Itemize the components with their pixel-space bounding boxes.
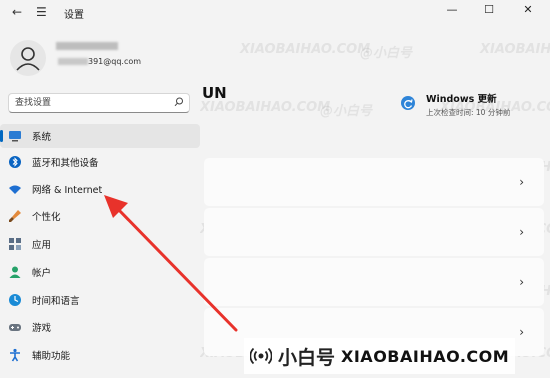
menu-icon[interactable]: ☰	[36, 4, 47, 20]
window-title: 设置	[64, 10, 84, 21]
account-name-redacted	[56, 42, 118, 50]
logo-en: XIAOBAIHAO.COM	[341, 346, 510, 366]
globe-clock-icon	[9, 294, 21, 306]
sidebar: 391@qq.com 系统 蓝牙和其他设备 网络 & Internet	[0, 26, 200, 378]
sidebar-item-time-language[interactable]: 时间和语言	[0, 288, 200, 312]
close-button[interactable]: ✕	[518, 3, 538, 16]
sidebar-item-network[interactable]: 网络 & Internet	[0, 177, 200, 201]
wifi-icon	[9, 185, 21, 194]
sidebar-item-apps[interactable]: 应用	[0, 232, 200, 256]
sidebar-item-system[interactable]: 系统	[0, 124, 200, 148]
sidebar-item-label: 帐户	[32, 268, 52, 279]
sidebar-item-label: 网络 & Internet	[32, 185, 103, 196]
windows-update-icon[interactable]	[401, 96, 415, 110]
maximize-button[interactable]: ☐	[479, 3, 499, 16]
email-redacted	[58, 58, 88, 65]
settings-card[interactable]: ›	[204, 208, 544, 256]
search-input[interactable]	[15, 96, 165, 110]
windows-update-title[interactable]: Windows 更新	[426, 91, 497, 105]
brand-logo: 小白号 XIAOBAIHAO.COM	[244, 338, 516, 374]
account-email: 391@qq.com	[58, 57, 141, 66]
monitor-icon	[9, 131, 21, 142]
sidebar-item-label: 系统	[32, 132, 52, 143]
email-suffix: 391@qq.com	[88, 57, 142, 66]
refresh-icon	[404, 99, 413, 109]
sidebar-item-label: 应用	[32, 240, 52, 251]
sidebar-item-accessibility[interactable]: 辅助功能	[0, 343, 200, 367]
search-icon[interactable]	[173, 96, 185, 108]
gamepad-icon	[9, 324, 21, 331]
sidebar-item-label: 时间和语言	[32, 296, 80, 307]
user-avatar-icon	[16, 47, 40, 71]
chevron-right-icon: ›	[519, 275, 524, 289]
sidebar-item-gaming[interactable]: 游戏	[0, 315, 200, 339]
title-bar: ← ☰ 设置 — ☐ ✕	[0, 0, 550, 26]
broadcast-icon	[250, 347, 272, 365]
person-icon	[9, 266, 21, 278]
windows-update-status: 上次检查时间: 10 分钟前	[426, 108, 511, 117]
sidebar-item-label: 个性化	[32, 212, 61, 223]
brush-icon	[9, 210, 21, 222]
sidebar-item-bluetooth[interactable]: 蓝牙和其他设备	[0, 150, 200, 174]
chevron-right-icon: ›	[519, 225, 524, 239]
minimize-button[interactable]: —	[442, 3, 462, 16]
sidebar-item-personalization[interactable]: 个性化	[0, 204, 200, 228]
page-title: UN	[202, 84, 227, 102]
avatar[interactable]	[10, 40, 46, 76]
sidebar-item-label: 辅助功能	[32, 351, 71, 362]
apps-icon	[9, 238, 21, 250]
search-box[interactable]	[8, 93, 190, 113]
sidebar-item-label: 蓝牙和其他设备	[32, 158, 99, 169]
chevron-right-icon: ›	[519, 325, 524, 339]
main-content: UN Windows 更新 上次检查时间: 10 分钟前 › › › ›	[200, 26, 550, 378]
back-arrow-icon[interactable]: ←	[12, 4, 22, 20]
sidebar-item-accounts[interactable]: 帐户	[0, 260, 200, 284]
accessibility-icon	[10, 348, 20, 362]
sidebar-item-label: 游戏	[32, 323, 52, 334]
logo-cn: 小白号	[278, 346, 336, 369]
bluetooth-icon	[9, 156, 21, 168]
chevron-right-icon: ›	[519, 175, 524, 189]
settings-card[interactable]: ›	[204, 158, 544, 206]
settings-card[interactable]: ›	[204, 258, 544, 306]
